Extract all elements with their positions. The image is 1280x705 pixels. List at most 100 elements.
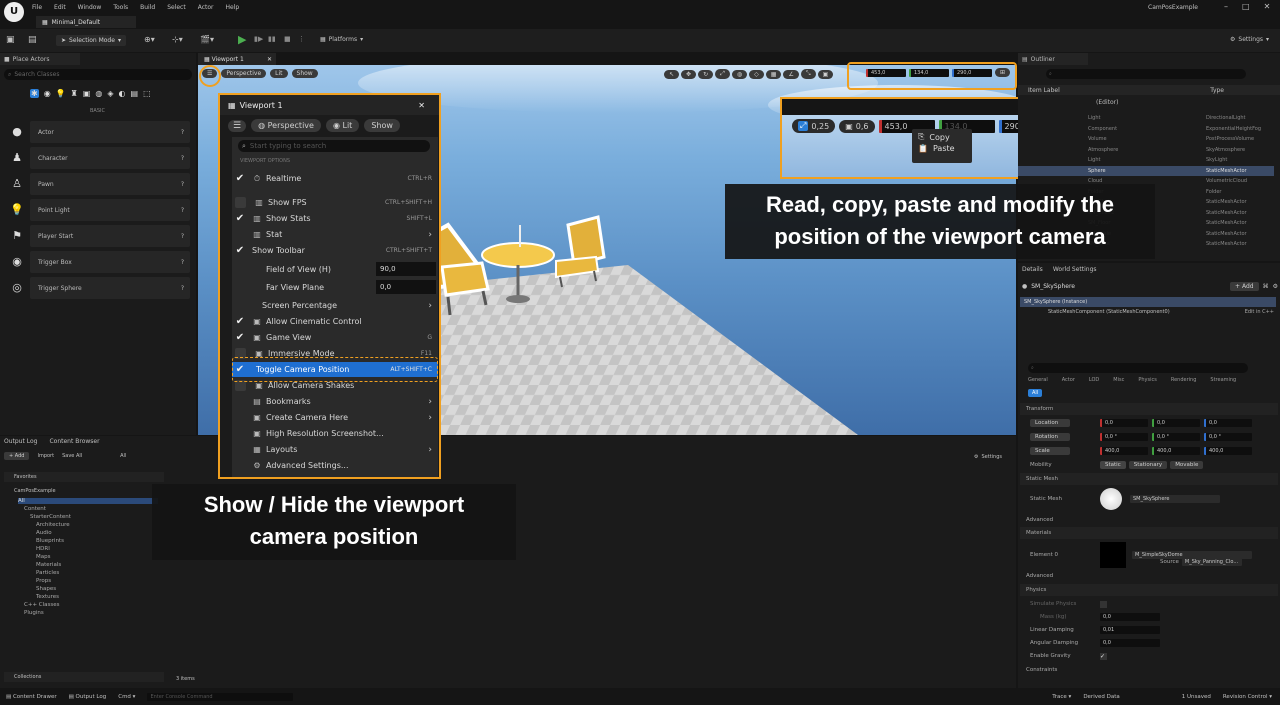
play-icon[interactable]: ▶ [238,33,246,46]
play-options-icon[interactable]: ⋮ [298,35,305,43]
category-effects-icon[interactable]: ◍ [95,89,102,98]
gravity-checkbox[interactable]: ✓ [1100,652,1107,660]
unreal-logo-icon[interactable]: U [4,2,24,22]
outliner-row[interactable]: Atmosphere SkyAtmosphere [1018,145,1274,155]
mobility-static[interactable]: Static [1100,461,1126,469]
mesh-dropdown[interactable]: SM_SkySphere [1130,495,1220,503]
menu-stat[interactable]: ▥ Stat › [232,227,438,242]
outliner-search[interactable]: ⌕ [1046,69,1246,79]
menu-file[interactable]: File [32,4,42,11]
category-all-icon[interactable]: ▤ [131,89,139,98]
scale-x[interactable]: 400,0 [1100,447,1148,455]
actor-item-trigger-box[interactable]: Trigger Box? [30,251,190,273]
output-log-button[interactable]: ▤ Output Log [69,694,107,700]
perspective-button[interactable]: ◍ Perspective [251,119,321,132]
outliner-row[interactable]: Light DirectionalLight [1018,113,1274,123]
pause-icon[interactable]: ▮▮ [268,35,276,43]
content-tree-item[interactable]: Maps [36,554,50,560]
minimize-icon[interactable]: – [1224,2,1228,11]
scale-dropdown[interactable]: Scale [1030,447,1070,455]
instance-row[interactable]: SM_SkySphere (Instance) [1020,297,1276,307]
menu-edit[interactable]: Edit [54,4,66,11]
world-icon[interactable]: ◍ [731,69,748,79]
content-tree-item[interactable]: HDRI [36,546,50,552]
edit-cpp-link[interactable]: Edit in C++ [1245,309,1274,315]
scale-snap-icon[interactable]: ⤡ [800,69,816,79]
menu-select[interactable]: Select [167,4,186,11]
category-volumes-icon[interactable]: ◈ [107,89,113,98]
callout-scale-snap[interactable]: ⤢ 0,25 [792,119,836,133]
actor-item-pawn[interactable]: Pawn? [30,173,190,195]
camera-speed-icon[interactable]: ▣ [817,69,834,79]
advanced-row-2[interactable]: Advanced [1020,570,1278,582]
static-mesh-header[interactable]: Static Mesh [1020,473,1278,485]
step-icon[interactable]: ▮▶ [254,35,263,43]
col-type[interactable]: Type [1210,87,1280,94]
actor-item-character[interactable]: Character? [30,147,190,169]
outliner-world[interactable]: (Editor) [1096,99,1118,106]
maximize-icon[interactable]: □ [1242,2,1250,11]
blueprint-icon[interactable]: ⌘ [1263,283,1269,290]
fov-input[interactable]: 90,0 [376,262,436,276]
rotation-x[interactable]: 0,0 ° [1100,433,1148,441]
scale-y[interactable]: 400,0 [1152,447,1200,455]
import-button[interactable]: Import [37,453,54,459]
paste-menu-item[interactable]: 📋 Paste [912,142,972,153]
rotate-icon[interactable]: ↻ [698,69,714,79]
menu-build[interactable]: Build [140,4,155,11]
collections-header[interactable]: Collections [4,672,164,682]
close-tab-icon[interactable]: ✕ [267,56,276,63]
unsaved-button[interactable]: 1 Unsaved [1182,694,1211,700]
content-tree-item[interactable]: Blueprints [36,538,64,544]
content-tree-item[interactable]: Particles [36,570,59,576]
save-all-button[interactable]: Save All [62,453,82,459]
breadcrumb-all[interactable]: All [120,453,126,459]
location-y[interactable]: 0,0 [1152,419,1200,427]
stop-icon[interactable]: ■ [284,35,291,43]
derived-data-button[interactable]: Derived Data [1083,694,1119,700]
scale-icon[interactable]: ⤢ [715,69,730,79]
add-component-button[interactable]: + Add [1230,281,1259,291]
scale-z[interactable]: 400,0 [1204,447,1252,455]
details-tab[interactable]: Details [1022,266,1043,273]
menu-hires-screenshot[interactable]: ▣ High Resolution Screenshot... [232,426,438,441]
project-header[interactable]: CamPosExample [4,486,164,496]
content-tree-item[interactable]: C++ Classes [24,602,60,608]
content-tree-item[interactable]: Shapes [36,586,56,592]
component-row[interactable]: StaticMeshComponent (StaticMeshComponent… [1048,309,1274,315]
surface-snap-icon[interactable]: ◇ [749,69,764,79]
add-button[interactable]: + Add [4,452,30,460]
outliner-row[interactable]: Light SkyLight [1018,155,1274,165]
cinematics-icon[interactable]: 🎬▾ [200,35,214,44]
physics-header[interactable]: Physics [1020,584,1278,596]
category-recent-icon[interactable]: ✱ [30,89,39,98]
outliner-tab[interactable]: ▤ Outliner [1018,53,1088,65]
rotation-y[interactable]: 0,0 ° [1152,433,1200,441]
mobility-movable[interactable]: Movable [1170,461,1204,469]
content-tree-item[interactable]: Architecture [36,522,70,528]
menu-screen-percentage[interactable]: Screen Percentage › [232,298,438,313]
browse-icon[interactable]: ▤ [28,35,37,45]
simulate-checkbox[interactable] [1100,600,1107,608]
menu-advanced-settings[interactable]: ⚙ Advanced Settings... [232,458,438,473]
content-tree-item[interactable]: StarterContent [30,514,71,520]
content-tree-item[interactable]: Content [24,506,46,512]
category-basic-icon[interactable]: ◉ [44,89,51,98]
far-plane-input[interactable]: 0,0 [376,280,436,294]
select-mode-icon[interactable]: ↖ [664,69,680,79]
platforms-button[interactable]: ▦ Platforms ▾ [320,36,363,43]
menu-layouts[interactable]: ▦ Layouts › [232,442,438,457]
outliner-row[interactable]: Volume PostProcessVolume [1018,134,1274,144]
settings-button[interactable]: ⚙ Settings ▾ [1230,36,1269,43]
filter-actor[interactable]: Actor [1062,377,1075,383]
actor-item-actor[interactable]: Actor? [30,121,190,143]
callout-camera-speed[interactable]: ▣ 0,6 [839,119,875,133]
viewport-tab[interactable]: ▦ Viewport 1 ✕ [198,53,276,65]
close-icon[interactable]: ✕ [1264,2,1271,11]
place-actors-tab[interactable]: ■ Place Actors [0,53,80,65]
content-tree-item[interactable]: Props [36,578,51,584]
material-source-field[interactable]: M_Sky_Panning_Clo... [1181,558,1242,566]
angle-snap-icon[interactable]: ∠ [783,69,799,79]
settings-icon[interactable]: ⚙ [1273,283,1278,290]
filter-general[interactable]: General [1028,377,1048,383]
